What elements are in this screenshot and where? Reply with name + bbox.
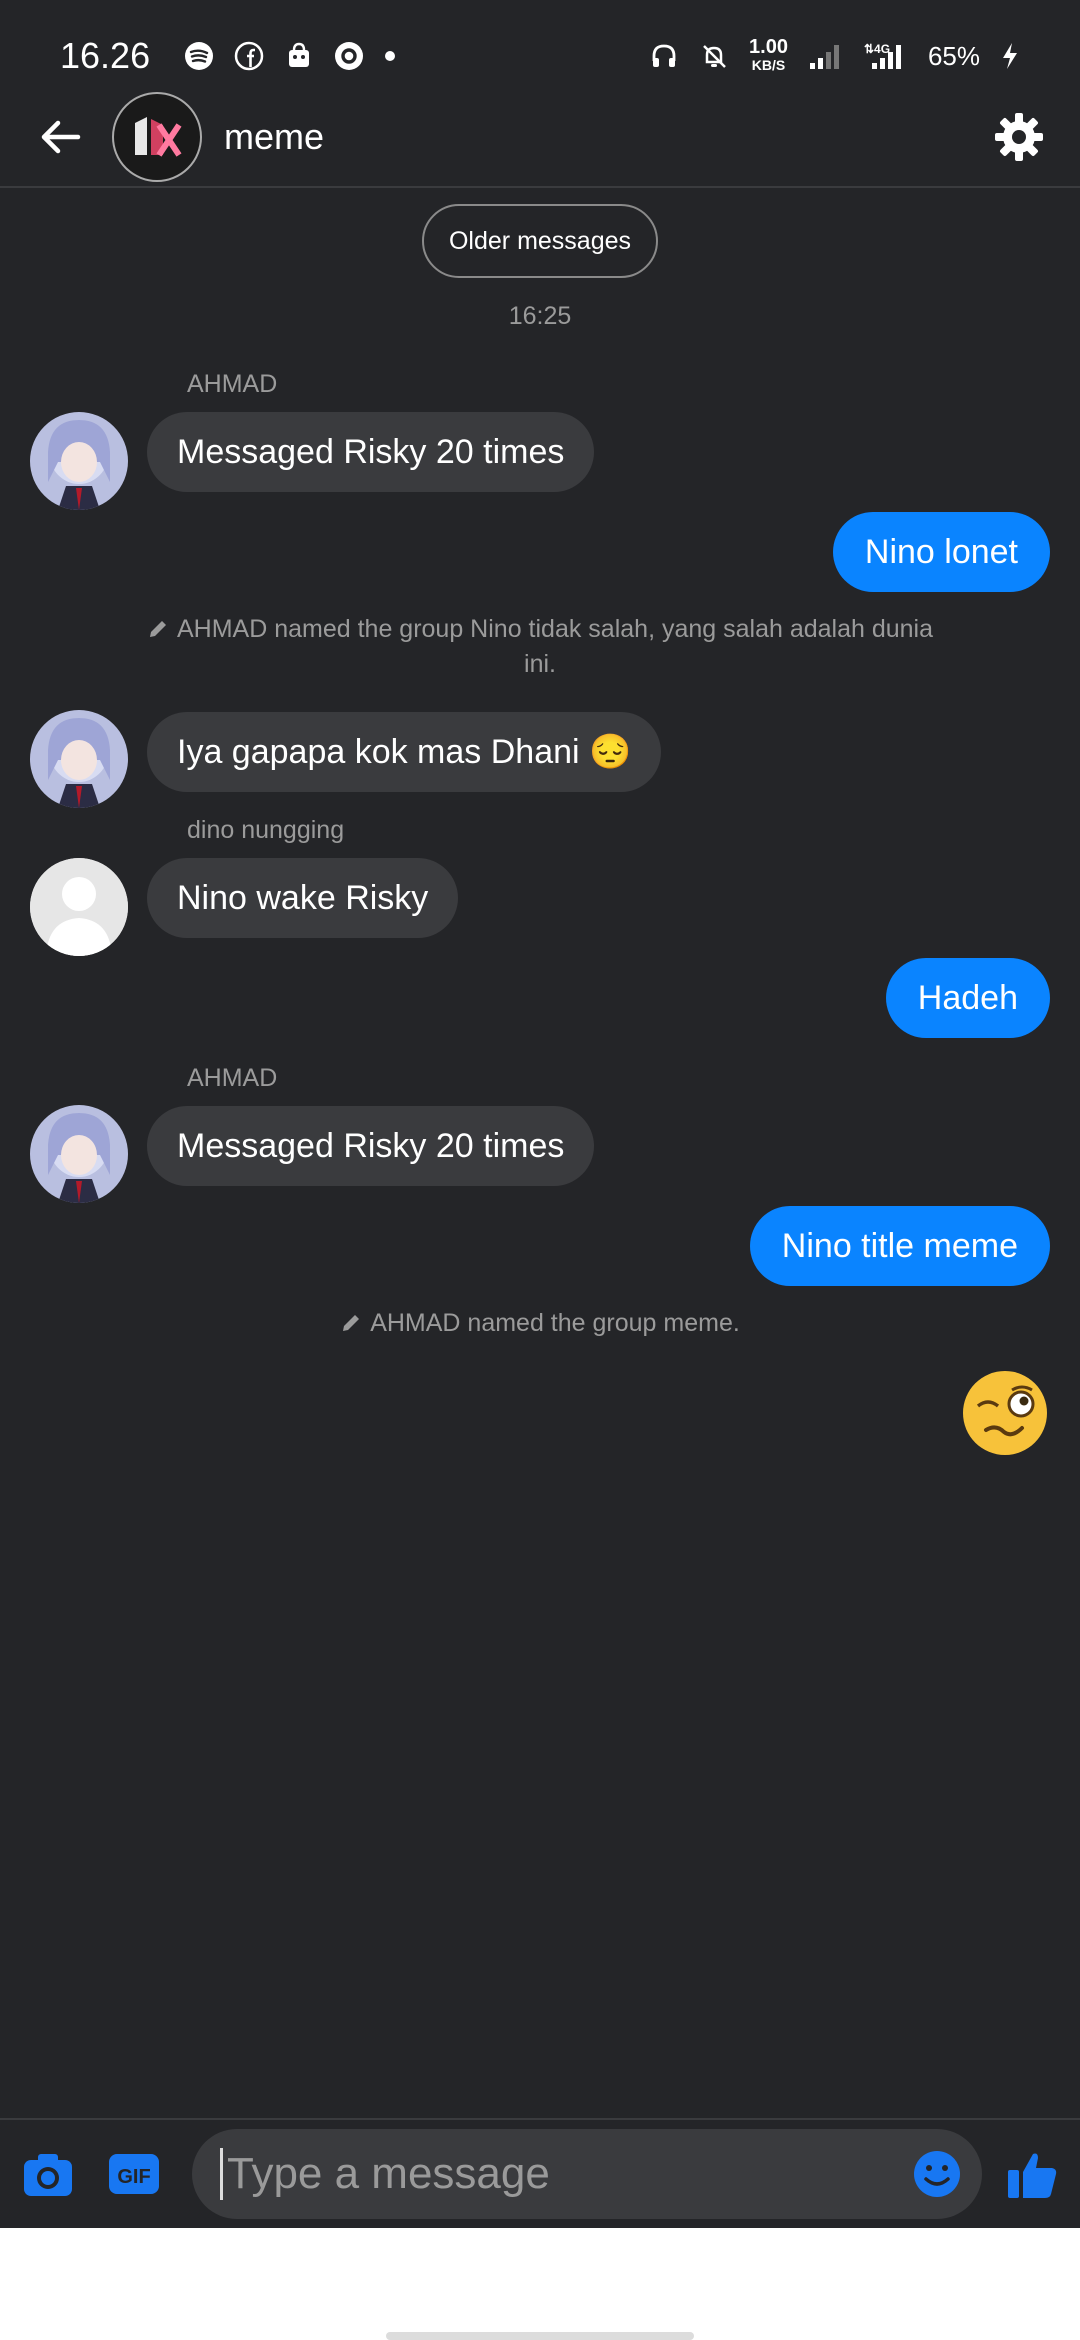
outgoing-message[interactable]: Nino lonet [832, 512, 1050, 592]
pencil-icon [149, 621, 166, 637]
svg-text:GIF: GIF [117, 2166, 150, 2188]
facebook-icon [234, 41, 264, 71]
svg-text:⇅4G: ⇅4G [864, 42, 890, 56]
headphones-icon [652, 44, 676, 67]
composer-bar: GIF Type a message [0, 2118, 1080, 2228]
gojek-icon [335, 42, 364, 70]
spotify-icon [185, 42, 214, 70]
group-logo-icon [135, 117, 182, 157]
avatar-ahmad[interactable] [30, 412, 128, 510]
incoming-message[interactable]: Messaged Risky 20 times [147, 1106, 595, 1186]
avatar-ahmad[interactable] [30, 1105, 128, 1203]
bell-muted-icon [703, 45, 726, 68]
outgoing-message[interactable]: Nino title meme [749, 1206, 1050, 1286]
group-avatar[interactable] [112, 92, 202, 182]
avatar-ahmad[interactable] [30, 710, 128, 808]
avatar-dino[interactable] [30, 858, 128, 956]
back-arrow-icon[interactable] [34, 111, 86, 163]
outgoing-message[interactable]: Hadeh [885, 958, 1050, 1038]
notification-dot-icon [385, 51, 396, 61]
signal-icon [809, 45, 839, 69]
emoji-picker-icon[interactable] [912, 2149, 962, 2199]
sender-name: AHMAD [187, 1064, 278, 1092]
battery-percent: 65% [927, 40, 980, 71]
system-message: AHMAD named the group meme. [140, 1306, 940, 1341]
system-message: AHMAD named the group Nino tidak salah, … [140, 612, 940, 682]
status-time: 16.26 [60, 35, 151, 76]
message-placeholder: Type a message [227, 2149, 550, 2198]
anime-avatar-icon [30, 1105, 128, 1203]
anime-avatar-icon [30, 710, 128, 808]
chat-title[interactable]: meme [224, 116, 992, 158]
incoming-message[interactable]: Messaged Risky 20 times [147, 412, 595, 492]
net-speed: 1.00 KB/S [749, 36, 788, 73]
sender-name: AHMAD [187, 370, 278, 398]
default-user-icon [30, 858, 128, 956]
incoming-message[interactable]: Iya gapapa kok mas Dhani 😔 [147, 712, 662, 792]
time-separator: 16:25 [508, 302, 572, 330]
system-nav-area [0, 2228, 1080, 2340]
gear-icon[interactable] [992, 110, 1046, 164]
camera-icon[interactable] [20, 2146, 76, 2202]
gif-icon[interactable]: GIF [106, 2146, 162, 2202]
older-messages-button[interactable]: Older messages [422, 204, 658, 278]
woozy-face-emoji-icon[interactable] [960, 1368, 1050, 1458]
app-bar: meme [0, 88, 1080, 188]
signal-4g-icon: ⇅4G [864, 42, 901, 69]
pencil-icon [343, 1315, 360, 1331]
message-input[interactable]: Type a message [192, 2129, 982, 2219]
text-caret [220, 2148, 223, 2200]
anime-avatar-icon [30, 412, 128, 510]
incoming-message[interactable]: Nino wake Risky [147, 858, 459, 938]
shop-bag-icon [289, 42, 310, 67]
home-indicator[interactable] [386, 2332, 694, 2340]
charging-icon [1003, 43, 1017, 69]
sender-name: dino nungging [187, 816, 345, 844]
thumbs-up-icon[interactable] [1004, 2146, 1060, 2202]
